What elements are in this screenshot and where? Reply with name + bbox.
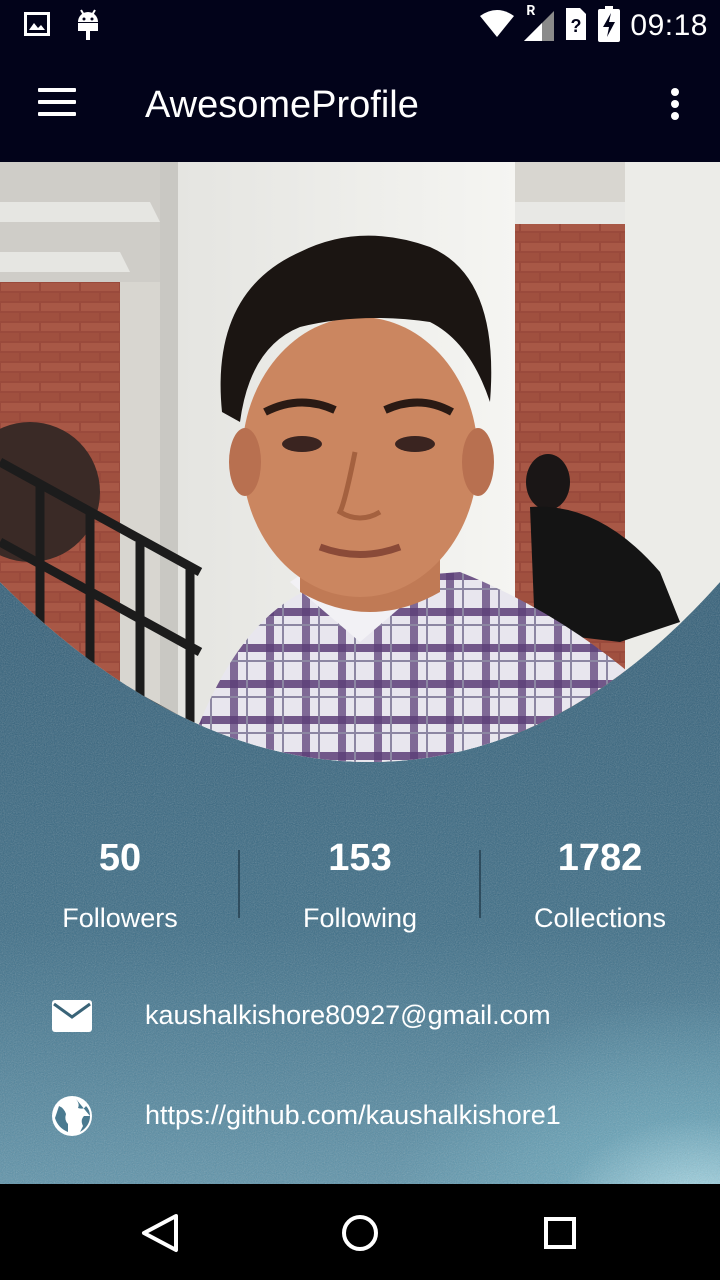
website-row[interactable]: https://github.com/kaushalkishore1 [0, 1086, 720, 1146]
following-label: Following [302, 903, 418, 933]
collections-label: Collections [533, 903, 667, 933]
email-text: kaushalkishore80927@gmail.com [145, 1000, 551, 1030]
roaming-label: R [526, 3, 536, 19]
more-vert-icon[interactable] [660, 88, 690, 128]
svg-text:?: ? [571, 16, 582, 36]
gallery-icon [24, 12, 50, 40]
app-bar: AwesomeProfile [0, 50, 720, 162]
stat-collections[interactable]: 1782 Collections [480, 828, 720, 948]
mail-icon [50, 994, 94, 1038]
stats-divider [238, 850, 240, 918]
website-link[interactable]: https://github.com/kaushalkishore1 [145, 1100, 561, 1131]
app-title: AwesomeProfile [145, 84, 419, 126]
collections-count: 1782 [557, 837, 643, 879]
profile-photo [0, 162, 720, 762]
wifi-icon [480, 10, 515, 42]
back-triangle-icon[interactable] [130, 1208, 190, 1258]
followers-count: 50 [98, 837, 142, 879]
stats-row: 50 Followers 153 Following 1782 Collecti… [0, 828, 720, 948]
stat-following[interactable]: 153 Following [240, 828, 480, 948]
sim-alert-icon: ? [564, 8, 588, 44]
hamburger-menu-icon[interactable] [30, 88, 82, 128]
globe-icon [50, 1094, 94, 1138]
followers-label: Followers [62, 903, 178, 933]
home-circle-icon[interactable] [330, 1208, 390, 1258]
battery-charging-icon [598, 6, 621, 46]
status-bar: R ? 09:18 [0, 0, 720, 50]
stat-followers[interactable]: 50 Followers [0, 828, 240, 948]
clock: 09:18 [630, 9, 708, 42]
email-row[interactable]: kaushalkishore80927@gmail.com [0, 986, 720, 1046]
following-count: 153 [328, 837, 392, 879]
navigation-bar [0, 1184, 720, 1280]
signal-icon: R [524, 3, 555, 45]
stats-divider [479, 850, 481, 918]
recents-square-icon[interactable] [530, 1208, 590, 1258]
android-icon [76, 8, 100, 44]
